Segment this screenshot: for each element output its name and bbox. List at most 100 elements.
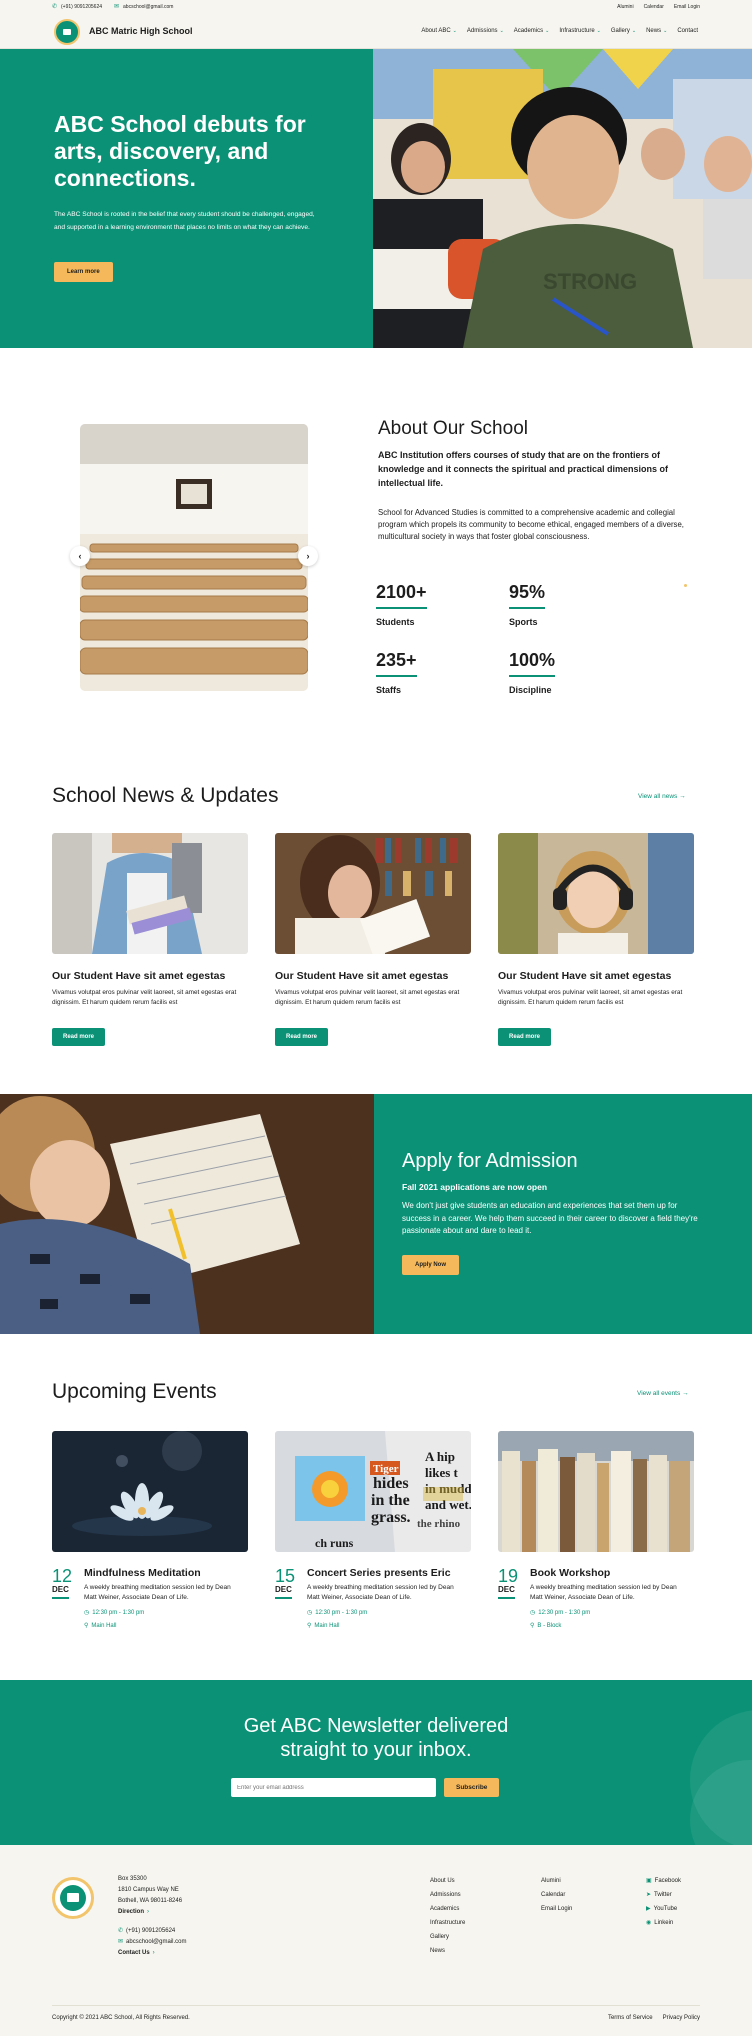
view-all-news-link[interactable]: View all news → [638, 793, 686, 800]
topbar-email[interactable]: ✉ abcschool@gmail.com [114, 4, 173, 10]
event-title[interactable]: Concert Series presents Eric [307, 1567, 451, 1579]
event-month: DEC [275, 1585, 292, 1599]
svg-text:STRONG: STRONG [543, 269, 637, 294]
linkedin-icon: ◉ [646, 1920, 652, 1926]
footer-link[interactable]: About Us [430, 1874, 465, 1888]
event-image[interactable]: Tiger hides in the grass. A hip likes t … [275, 1431, 471, 1552]
school-logo[interactable] [54, 19, 80, 45]
site-footer: Box 35300 1810 Campus Way NE Bothell, WA… [0, 1845, 752, 2036]
newsletter-email-input[interactable] [231, 1778, 436, 1797]
footer-phone[interactable]: ✆ (+91) 9091205624 [118, 1926, 186, 1937]
news-card-title[interactable]: Our Student Have sit amet egestas [52, 970, 252, 982]
top-bar: ✆ (+91) 9091205624 ✉ abcschool@gmail.com A… [0, 0, 752, 15]
nav-item-news[interactable]: News ⌄ [646, 28, 667, 34]
admission-subtitle: Fall 2021 applications are now open [402, 1182, 548, 1192]
event-image[interactable] [52, 1431, 248, 1552]
brand-name[interactable]: ABC Matric High School [89, 26, 193, 36]
read-more-button[interactable]: Read more [275, 1028, 329, 1046]
direction-link[interactable]: Direction › [118, 1907, 186, 1918]
footer-link[interactable]: News [430, 1944, 465, 1958]
footer-link[interactable]: Infrastructure [430, 1916, 465, 1930]
location-pin-icon: ⚲ [530, 1623, 535, 1629]
stat-label: Students [376, 617, 415, 627]
event-day: 19 [498, 1566, 519, 1586]
about-title: About Our School [378, 418, 528, 439]
news-card-image[interactable] [275, 833, 471, 954]
event-month: DEC [498, 1585, 515, 1599]
privacy-link[interactable]: Privacy Policy [663, 2015, 700, 2021]
footer-email[interactable]: ✉ abcschool@gmail.com [118, 1937, 186, 1948]
hero-students-image: STRONG [373, 49, 752, 348]
news-card-image[interactable] [52, 833, 248, 954]
arrow-right-icon: → [682, 1390, 689, 1397]
event-title[interactable]: Mindfulness Meditation [84, 1567, 201, 1579]
boy-writing-illustration [0, 1094, 374, 1334]
event-text: A weekly breathing meditation session le… [84, 1584, 231, 1601]
carousel-next-button[interactable]: › [298, 546, 318, 566]
news-card-image[interactable] [498, 833, 694, 954]
nav-item-contact[interactable]: Contact [677, 28, 698, 34]
topbar-link-alumini[interactable]: Alumini [617, 4, 633, 10]
nav-item-about[interactable]: About ABC ⌄ [421, 28, 457, 34]
mail-icon: ✉ [118, 1939, 124, 1945]
stat-discipline: 100% Discipline [509, 650, 599, 695]
contact-us-link[interactable]: Contact Us › [118, 1948, 186, 1959]
footer-link[interactable]: Alumini [541, 1874, 572, 1888]
read-more-button[interactable]: Read more [498, 1028, 552, 1046]
stat-value: 2100+ [376, 582, 427, 609]
about-lead: ABC Institution offers courses of study … [378, 450, 669, 488]
site-header: ABC Matric High School About ABC ⌄ Admiss… [0, 15, 752, 49]
social-twitter[interactable]: ➤ Twitter [646, 1888, 681, 1902]
apply-now-button[interactable]: Apply Now [402, 1255, 459, 1275]
stat-value: 95% [509, 582, 546, 609]
copyright-text: Copyright © 2021 ABC School, All Rights … [52, 2015, 190, 2021]
news-card-title[interactable]: Our Student Have sit amet egestas [275, 970, 475, 982]
nav-item-gallery[interactable]: Gallery ⌄ [611, 28, 636, 34]
stat-label: Staffs [376, 685, 402, 695]
read-more-button[interactable]: Read more [52, 1028, 106, 1046]
event-title[interactable]: Book Workshop [530, 1567, 610, 1579]
admission-text: We don't just give students an education… [402, 1201, 698, 1235]
nav-item-academics[interactable]: Academics ⌄ [514, 28, 550, 34]
headphones-girl-illustration [498, 833, 694, 954]
news-card-title[interactable]: Our Student Have sit amet egestas [498, 970, 698, 982]
social-linkedin[interactable]: ◉ Linkein [646, 1916, 681, 1930]
footer-logo[interactable] [52, 1877, 94, 1919]
stat-value: 235+ [376, 650, 417, 677]
nav-item-infrastructure[interactable]: Infrastructure ⌄ [559, 28, 601, 34]
newspaper-word: grass. [371, 1509, 411, 1526]
news-card-text: Vivamus volutpat eros pulvinar velit lao… [498, 989, 683, 1006]
carousel-prev-button[interactable]: ‹ [70, 546, 90, 566]
hero-text: The ABC School is rooted in the belief t… [54, 211, 315, 231]
chevron-right-icon: › [147, 1909, 150, 1915]
clock-icon: ◷ [530, 1610, 536, 1616]
topbar-phone[interactable]: ✆ (+91) 9091205624 [52, 4, 102, 10]
topbar-link-email-login[interactable]: Email Login [674, 4, 700, 10]
auditorium-illustration [80, 424, 308, 691]
stat-label: Sports [509, 617, 538, 627]
terms-link[interactable]: Terms of Service [608, 2015, 653, 2021]
newspaper-word: A hip [425, 1449, 455, 1464]
footer-link[interactable]: Gallery [430, 1930, 465, 1944]
phone-icon: ✆ [118, 1928, 124, 1934]
event-location: ⚲ Main Hall [307, 1622, 340, 1630]
event-text: A weekly breathing meditation session le… [530, 1584, 677, 1601]
social-youtube[interactable]: ▶ YouTube [646, 1902, 681, 1916]
event-image[interactable] [498, 1431, 694, 1552]
lotus-illustration [52, 1431, 248, 1552]
nav-item-admissions[interactable]: Admissions ⌄ [467, 28, 504, 34]
social-facebook[interactable]: ▣ Facebook [646, 1874, 681, 1888]
footer-link[interactable]: Admissions [430, 1888, 465, 1902]
footer-link[interactable]: Calendar [541, 1888, 572, 1902]
twitter-icon: ➤ [646, 1892, 652, 1898]
subscribe-button[interactable]: Subscribe [444, 1778, 500, 1797]
phone-icon: ✆ [52, 4, 58, 10]
learn-more-button[interactable]: Learn more [54, 262, 113, 282]
footer-link[interactable]: Academics [430, 1902, 465, 1916]
view-all-events-link[interactable]: View all events → [637, 1390, 689, 1397]
topbar-link-calendar[interactable]: Calendar [644, 4, 664, 10]
admission-title: Apply for Admission [402, 1150, 578, 1172]
students-illustration: STRONG [373, 49, 752, 348]
footer-link[interactable]: Email Login [541, 1902, 572, 1916]
clock-icon: ◷ [84, 1610, 90, 1616]
